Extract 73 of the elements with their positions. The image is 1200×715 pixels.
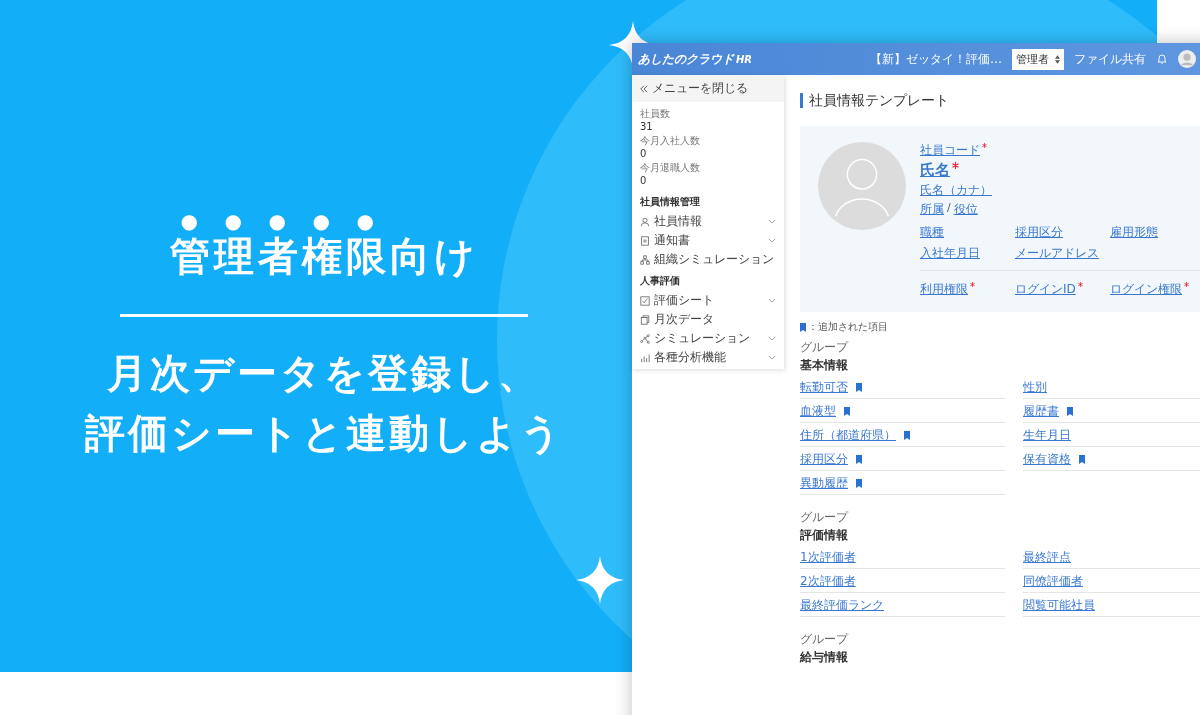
field-link[interactable]: 保有資格 — [1023, 451, 1071, 468]
role-select[interactable]: 管理者 — [1012, 48, 1064, 70]
group-caption: グループ — [800, 631, 850, 648]
sidebar-item[interactable]: 社員情報 — [640, 212, 776, 231]
field-link[interactable]: 異動履歴 — [800, 475, 848, 492]
notice-link[interactable]: 【新】ゼッタイ！評価… — [870, 50, 1002, 68]
field-link[interactable]: 1次評価者 — [800, 549, 856, 566]
field-link[interactable]: 血液型 — [800, 403, 836, 420]
stat-label: 社員数 — [640, 107, 671, 121]
sidebar-item[interactable]: 組織シミュレーション — [640, 250, 776, 269]
page-title: 社員情報テンプレート — [800, 93, 1200, 108]
nodes-icon — [640, 333, 650, 344]
login-field-link[interactable]: ログインID — [1015, 281, 1076, 298]
login-field-link[interactable]: ログイン権限 — [1110, 281, 1182, 298]
field-link[interactable]: 同僚評価者 — [1023, 573, 1083, 590]
profile-field-link[interactable]: メールアドレス — [1015, 245, 1099, 262]
copy-icon — [640, 314, 650, 325]
close-menu-button[interactable]: メニューを閉じる — [632, 75, 784, 102]
bookmark-icon — [800, 322, 806, 332]
sidebar-item[interactable]: 各種分析機能 — [640, 348, 776, 367]
field-link[interactable]: 閲覧可能社員 — [1023, 597, 1095, 614]
stat-label: 今月退職人数 — [640, 161, 701, 175]
name-link[interactable]: 氏名 — [920, 161, 950, 180]
profile-field-link[interactable]: 入社年月日 — [920, 245, 980, 262]
separator-text: / — [947, 201, 951, 216]
bar-chart-icon — [640, 352, 650, 363]
stat-value: 0 — [640, 148, 648, 159]
section-title: 人事評価 — [640, 274, 681, 288]
person-icon — [640, 216, 650, 227]
login-field-link[interactable]: 利用権限 — [920, 281, 968, 298]
sidebar-item[interactable]: シミュレーション — [640, 329, 776, 348]
stat-value: 0 — [640, 175, 648, 186]
employee-code-link[interactable]: 社員コード — [920, 142, 980, 159]
field-link[interactable]: 最終評点 — [1023, 549, 1071, 566]
field-link[interactable]: 履歴書 — [1023, 403, 1059, 420]
legend-text: ：追加された項目 — [808, 320, 888, 334]
profile-field-link[interactable]: 雇用形態 — [1110, 224, 1158, 241]
field-link[interactable]: 住所（都道府県） — [800, 427, 896, 444]
bell-icon[interactable] — [1156, 53, 1168, 65]
position-link[interactable]: 役位 — [953, 201, 978, 218]
org-chart-icon — [640, 254, 650, 265]
avatar-icon[interactable] — [1178, 50, 1196, 68]
field-link[interactable]: 採用区分 — [800, 451, 848, 468]
stat-label: 今月入社人数 — [640, 134, 701, 148]
banner-subtitle: 月次データを登録し、 評価シートと連動しよう — [84, 349, 564, 458]
field-link[interactable]: 最終評価ランク — [800, 597, 884, 614]
profile-field-link[interactable]: 採用区分 — [1015, 224, 1063, 241]
name-kana-link[interactable]: 氏名（カナ） — [920, 182, 992, 199]
document-icon — [640, 235, 650, 246]
double-chevron-left-icon — [640, 84, 648, 93]
group-title: 基本情報 — [800, 357, 849, 374]
field-link[interactable]: 生年月日 — [1023, 427, 1071, 444]
group-title: 給与情報 — [800, 649, 849, 666]
field-link[interactable]: 2次評価者 — [800, 573, 856, 590]
department-link[interactable]: 所属 — [920, 201, 944, 218]
sparkle-icon — [576, 556, 624, 604]
banner-heading: 管理者権限向け — [169, 232, 479, 281]
app-logo[interactable]: あしたのクラウド HR — [638, 50, 753, 68]
sidebar-item[interactable]: 通知書 — [640, 231, 776, 250]
file-share-link[interactable]: ファイル共有 — [1074, 50, 1146, 68]
group-caption: グループ — [800, 339, 850, 356]
section-title: 社員情報管理 — [640, 195, 701, 209]
avatar-placeholder-icon — [818, 142, 906, 230]
profile-field-link[interactable]: 職種 — [920, 224, 944, 241]
field-link[interactable]: 転勤可否 — [800, 379, 848, 396]
group-title: 評価情報 — [800, 527, 849, 544]
up-down-arrows-icon — [1055, 54, 1060, 64]
group-caption: グループ — [800, 509, 850, 526]
sidebar-item[interactable]: 月次データ — [640, 310, 776, 329]
sidebar-item[interactable]: 評価シート — [640, 291, 776, 310]
stat-value: 31 — [640, 121, 654, 132]
field-link[interactable]: 性別 — [1023, 379, 1047, 396]
checkbox-icon — [640, 295, 650, 306]
